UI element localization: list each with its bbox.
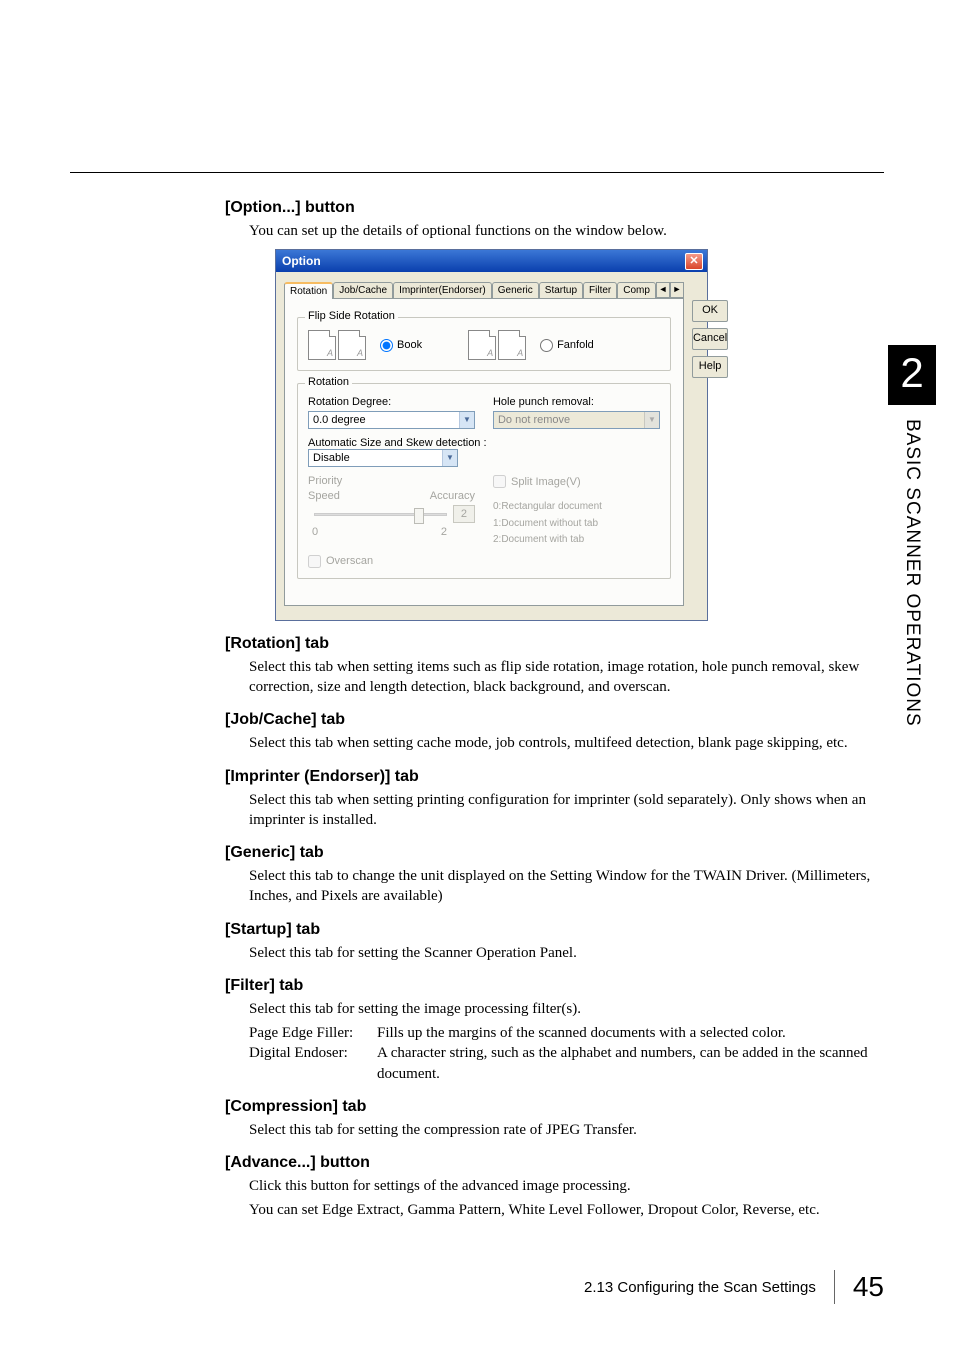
slider-min: 0 [312, 526, 318, 538]
rotation-group-label: Rotation [305, 376, 352, 388]
hole-punch-select: Do not remove ▼ [493, 411, 660, 429]
dialog-titlebar: Option ✕ [276, 250, 707, 272]
filter-heading: [Filter] tab [225, 977, 884, 995]
book-radio[interactable]: Book [380, 339, 422, 352]
def-term-1: Digital Endoser: [249, 1043, 377, 1084]
split-image-check: Split Image(V) [493, 475, 660, 488]
helper-2: 2:Document with tab [493, 533, 660, 547]
option-heading: [Option...] button [225, 199, 884, 217]
imprinter-heading: [Imprinter (Endorser)] tab [225, 768, 884, 786]
hole-punch-label: Hole punch removal: [493, 396, 660, 408]
overscan-label: Overscan [326, 555, 373, 567]
ok-button[interactable]: OK [692, 300, 728, 322]
helper-0: 0:Rectangular document [493, 500, 660, 514]
imprinter-body: Select this tab when setting printing co… [249, 790, 884, 831]
option-dialog: Option ✕ Rotation Job/Cache Imprinter(En… [275, 249, 708, 621]
filter-intro: Select this tab for setting the image pr… [249, 999, 884, 1019]
footer-divider [834, 1270, 835, 1304]
chapter-title: BASIC SCANNER OPERATIONS [901, 419, 923, 727]
chapter-number: 2 [888, 345, 936, 405]
chevron-down-icon: ▼ [459, 412, 474, 428]
flip-side-group: Flip Side Rotation Book [297, 317, 671, 371]
autosize-label: Automatic Size and Skew detection : [308, 437, 487, 449]
rotation-heading: [Rotation] tab [225, 635, 884, 653]
rotation-degree-value: 0.0 degree [309, 414, 459, 426]
speed-label: Speed [308, 490, 340, 502]
rotation-group: Rotation Rotation Degree: 0.0 degree ▼ [297, 383, 671, 579]
helper-1: 1:Document without tab [493, 517, 660, 531]
def-desc-0: Fills up the margins of the scanned docu… [377, 1023, 884, 1043]
tab-filter[interactable]: Filter [583, 282, 617, 298]
page-number: 45 [853, 1271, 884, 1303]
rotation-degree-label: Rotation Degree: [308, 396, 475, 408]
tab-scroll-left[interactable]: ◄ [656, 282, 670, 298]
def-term-0: Page Edge Filler: [249, 1023, 377, 1043]
priority-value: 2 [453, 505, 475, 523]
priority-label: Priority [308, 475, 475, 487]
tab-strip: Rotation Job/Cache Imprinter(Endorser) G… [284, 278, 684, 298]
compression-body: Select this tab for setting the compress… [249, 1120, 884, 1140]
side-tab: 2 BASIC SCANNER OPERATIONS [888, 345, 936, 865]
chevron-down-icon: ▼ [644, 412, 659, 428]
tab-startup[interactable]: Startup [539, 282, 583, 298]
close-icon[interactable]: ✕ [685, 253, 703, 270]
tab-content: Flip Side Rotation Book [284, 298, 684, 606]
tab-jobcache[interactable]: Job/Cache [333, 282, 393, 298]
advance-heading: [Advance...] button [225, 1154, 884, 1172]
book-radio-input[interactable] [380, 339, 393, 352]
help-button[interactable]: Help [692, 356, 728, 378]
tab-compression[interactable]: Comp [617, 282, 656, 298]
startup-body: Select this tab for setting the Scanner … [249, 943, 884, 963]
split-image-input [493, 475, 506, 488]
footer-section-title: 2.13 Configuring the Scan Settings [584, 1279, 816, 1296]
jobcache-body: Select this tab when setting cache mode,… [249, 733, 884, 753]
tab-imprinter[interactable]: Imprinter(Endorser) [393, 282, 492, 298]
fanfold-icon [468, 330, 526, 360]
compression-heading: [Compression] tab [225, 1098, 884, 1116]
tab-generic[interactable]: Generic [492, 282, 539, 298]
book-radio-label: Book [397, 339, 422, 351]
rotation-degree-select[interactable]: 0.0 degree ▼ [308, 411, 475, 429]
page-footer: 2.13 Configuring the Scan Settings 45 [70, 1270, 884, 1304]
tab-scroll-right[interactable]: ► [670, 282, 684, 298]
dialog-title: Option [282, 254, 685, 268]
advance-body-2: You can set Edge Extract, Gamma Pattern,… [249, 1200, 884, 1220]
option-body: You can set up the details of optional f… [249, 221, 884, 241]
filter-defs: Page Edge Filler: Fills up the margins o… [249, 1023, 884, 1084]
flip-side-label: Flip Side Rotation [305, 310, 398, 322]
generic-body: Select this tab to change the unit displ… [249, 866, 884, 907]
generic-heading: [Generic] tab [225, 844, 884, 862]
tab-rotation[interactable]: Rotation [284, 282, 333, 299]
priority-slider [314, 513, 447, 516]
slider-max: 2 [441, 526, 447, 538]
fanfold-radio-input[interactable] [540, 339, 553, 352]
book-icon [308, 330, 366, 360]
advance-body-1: Click this button for settings of the ad… [249, 1176, 884, 1196]
overscan-check: Overscan [308, 555, 660, 568]
rotation-body: Select this tab when setting items such … [249, 657, 884, 698]
autosize-select[interactable]: Disable ▼ [308, 449, 458, 467]
hole-punch-value: Do not remove [494, 414, 644, 426]
startup-heading: [Startup] tab [225, 921, 884, 939]
def-desc-1: A character string, such as the alphabet… [377, 1043, 884, 1084]
fanfold-radio[interactable]: Fanfold [540, 339, 594, 352]
top-rule [70, 172, 884, 173]
chevron-down-icon: ▼ [442, 450, 457, 466]
jobcache-heading: [Job/Cache] tab [225, 711, 884, 729]
fanfold-radio-label: Fanfold [557, 339, 594, 351]
overscan-input [308, 555, 321, 568]
cancel-button[interactable]: Cancel [692, 328, 728, 350]
autosize-value: Disable [309, 452, 442, 464]
accuracy-label: Accuracy [430, 490, 475, 502]
split-image-label: Split Image(V) [511, 476, 581, 488]
